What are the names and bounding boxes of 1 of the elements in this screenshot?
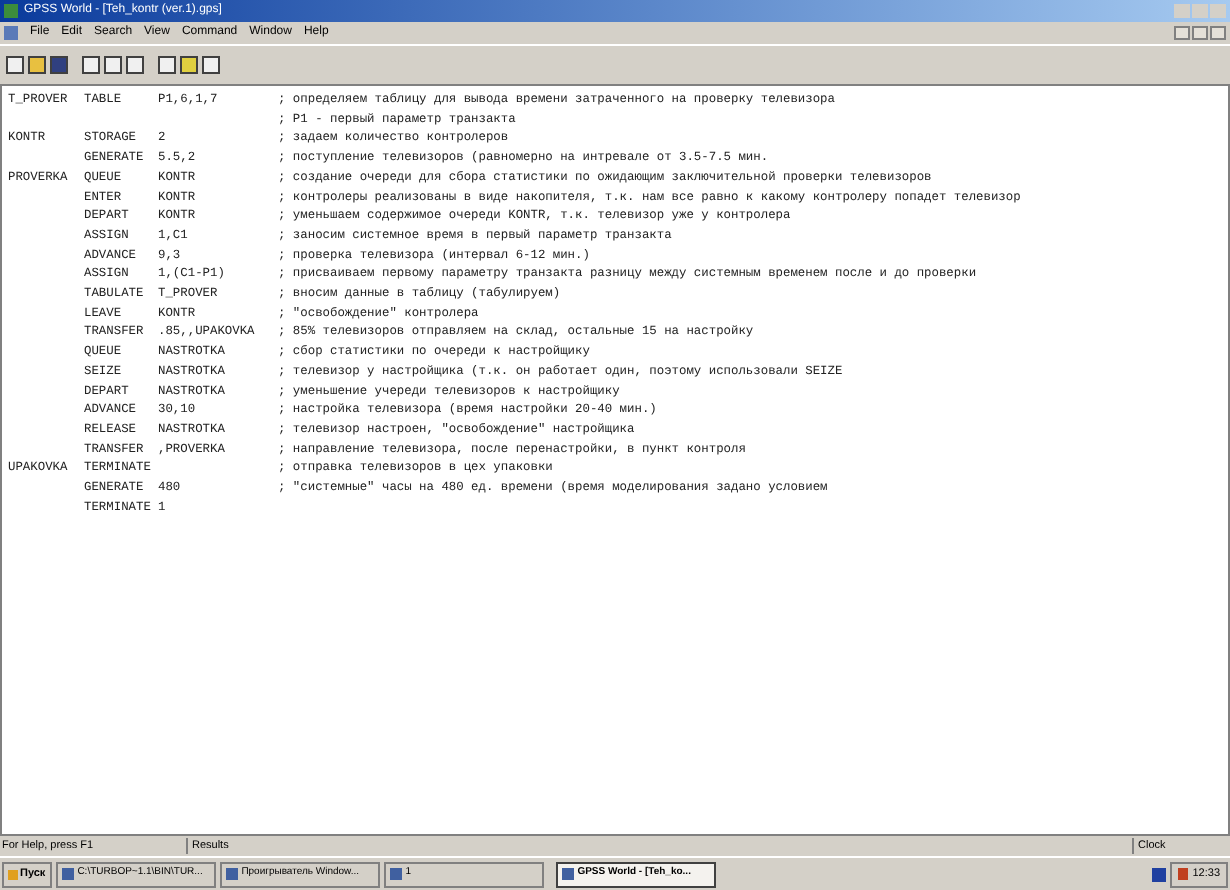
code-editor[interactable] (0, 84, 1230, 836)
